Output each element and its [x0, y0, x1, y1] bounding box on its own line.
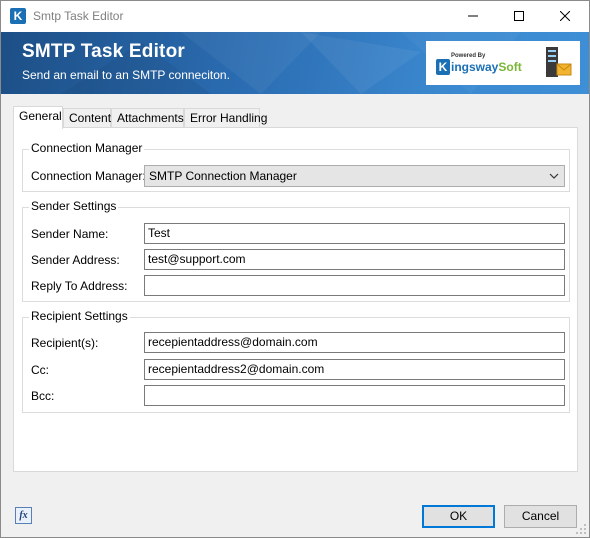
cc-label: Cc:	[31, 363, 49, 377]
maximize-icon	[514, 11, 524, 21]
title-bar[interactable]: K Smtp Task Editor	[1, 1, 589, 32]
maximize-button[interactable]	[496, 1, 542, 31]
smtp-task-editor-window: K Smtp Task Editor SMTP Task Editor Send…	[0, 0, 590, 538]
reply-to-address-input[interactable]	[144, 275, 565, 296]
connection-group-legend: Connection Manager	[29, 141, 145, 155]
bcc-label: Bcc:	[31, 389, 55, 403]
general-tab-panel: Connection Manager Connection Manager: S…	[13, 127, 578, 472]
sender-address-label: Sender Address:	[31, 253, 120, 267]
minimize-icon	[468, 15, 478, 17]
recipient-settings-group: Recipient Settings Recipient(s): recepie…	[22, 309, 570, 413]
sender-name-label: Sender Name:	[31, 227, 109, 241]
tab-general[interactable]: General	[13, 106, 63, 129]
close-button[interactable]	[542, 1, 588, 31]
tab-content[interactable]: Content	[63, 108, 111, 128]
recipients-input[interactable]: recepientaddress@domain.com	[144, 332, 565, 353]
kingswaysoft-app-icon: K	[10, 8, 26, 24]
bcc-input[interactable]	[144, 385, 565, 406]
ok-button[interactable]: OK	[422, 505, 495, 528]
tab-error-handling[interactable]: Error Handling	[184, 108, 267, 128]
sender-settings-group: Sender Settings Sender Name: Test Sender…	[22, 199, 570, 302]
reply-to-address-label: Reply To Address:	[31, 279, 128, 293]
resize-grip-icon[interactable]	[575, 523, 587, 535]
logo-k-icon: K	[436, 59, 450, 75]
connection-manager-group: Connection Manager Connection Manager: S…	[22, 141, 570, 192]
logo-powered-by: Powered By	[451, 53, 486, 59]
cc-input[interactable]: recepientaddress2@domain.com	[144, 359, 565, 380]
window-title: Smtp Task Editor	[33, 9, 124, 23]
logo-brand: ingswaySoft	[451, 60, 522, 74]
expression-fx-icon[interactable]: fx	[15, 507, 32, 524]
cancel-button[interactable]: Cancel	[504, 505, 577, 528]
connection-manager-value: SMTP Connection Manager	[149, 169, 297, 183]
smtp-server-icon	[546, 47, 572, 77]
recipients-label: Recipient(s):	[31, 336, 99, 350]
banner-title: SMTP Task Editor	[22, 41, 185, 62]
chevron-down-icon	[549, 173, 559, 179]
sender-group-legend: Sender Settings	[29, 199, 119, 213]
connection-manager-label: Connection Manager:	[31, 169, 146, 183]
header-banner: SMTP Task Editor Send an email to an SMT…	[1, 32, 589, 94]
connection-manager-select[interactable]: SMTP Connection Manager	[144, 165, 565, 187]
sender-name-input[interactable]: Test	[144, 223, 565, 244]
close-icon	[560, 11, 570, 21]
banner-subtitle: Send an email to an SMTP conneciton.	[22, 68, 230, 82]
minimize-button[interactable]	[450, 1, 496, 31]
logo-brand-soft: Soft	[498, 60, 522, 74]
recipient-group-legend: Recipient Settings	[29, 309, 130, 323]
sender-address-input[interactable]: test@support.com	[144, 249, 565, 270]
logo-brand-main: ingsway	[451, 60, 499, 74]
tab-attachments[interactable]: Attachments	[111, 108, 184, 128]
kingswaysoft-logo: Powered By K ingswaySoft	[426, 41, 580, 85]
